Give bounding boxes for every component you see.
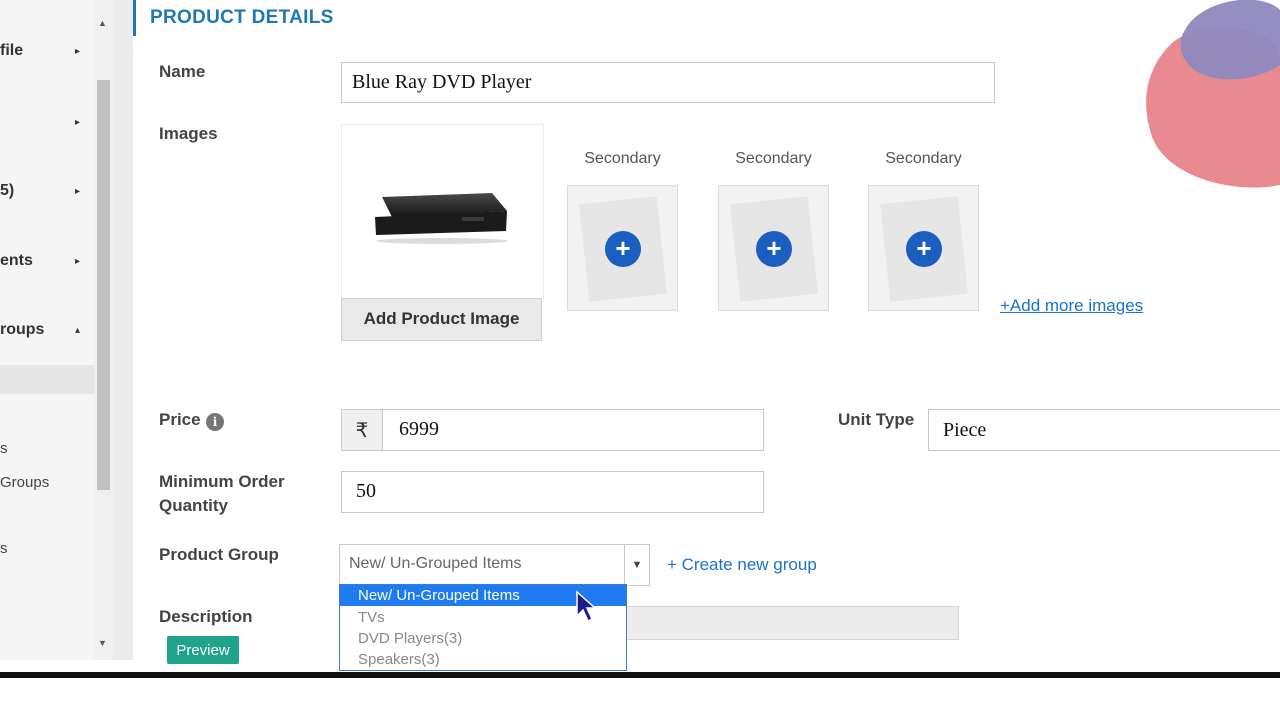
description-input[interactable] — [626, 606, 959, 640]
section-header: PRODUCT DETAILS — [133, 0, 1280, 36]
sidebar-item-label: ents — [0, 252, 33, 269]
sidebar-item-profile[interactable]: file ▸ — [0, 36, 94, 66]
secondary-label: Secondary — [885, 150, 962, 167]
chevron-right-icon: ▸ — [74, 117, 80, 128]
info-icon[interactable]: i — [206, 413, 224, 431]
description-label: Description — [159, 607, 253, 626]
min-order-label: Minimum Order Quantity — [159, 470, 285, 518]
scroll-up-arrow-icon[interactable]: ▲ — [98, 18, 107, 28]
app-window: file ▸ ▸ 5) ▸ ents ▸ roups ▴ s Groups s … — [0, 0, 1280, 672]
dropdown-option[interactable]: Speakers(3) — [340, 649, 626, 670]
sidebar-subitem[interactable]: s — [0, 440, 8, 457]
preview-button[interactable]: Preview — [167, 636, 239, 664]
gutter — [113, 0, 133, 660]
dropdown-option[interactable]: DVD Players(3) — [340, 628, 626, 649]
sidebar-scrollbar[interactable]: ▲ ▼ — [94, 0, 113, 660]
name-input[interactable]: Blue Ray DVD Player — [341, 62, 995, 103]
scroll-thumb[interactable] — [97, 80, 110, 490]
sidebar-item-3[interactable]: 5) ▸ — [0, 176, 94, 206]
mouse-pointer-icon — [576, 590, 597, 623]
sidebar-item-label: roups — [0, 321, 45, 338]
chevron-right-icon: ▸ — [74, 256, 80, 267]
section-title: PRODUCT DETAILS — [150, 7, 334, 28]
sidebar-subitem[interactable]: s — [0, 540, 8, 557]
add-product-image-button[interactable]: Add Product Image — [341, 298, 542, 341]
min-order-label-line2: Quantity — [159, 496, 228, 515]
images-label: Images — [159, 124, 218, 143]
price-label: Price — [159, 410, 201, 429]
chevron-right-icon: ▸ — [74, 46, 80, 57]
dropdown-arrow-icon[interactable]: ▼ — [624, 544, 649, 586]
unit-type-label: Unit Type — [838, 410, 915, 429]
sidebar-subitem-groups[interactable]: Groups — [0, 474, 49, 491]
add-more-images-link[interactable]: +Add more images — [1000, 296, 1143, 316]
secondary-image-slot[interactable]: + — [718, 185, 829, 311]
sidebar-subitem-active[interactable] — [0, 365, 94, 394]
scroll-down-arrow-icon[interactable]: ▼ — [98, 638, 107, 648]
secondary-image-slot[interactable]: + — [868, 185, 979, 311]
sidebar-item-label: 5) — [0, 182, 15, 199]
decorative-blob — [1146, 0, 1280, 188]
selected-value: New/ Un-Grouped Items — [349, 555, 522, 572]
create-new-group-link[interactable]: + Create new group — [667, 555, 817, 575]
sidebar-item-label: file — [0, 42, 24, 59]
sidebar-item-groups[interactable]: roups ▴ — [0, 315, 94, 345]
min-order-input[interactable]: 50 — [341, 471, 764, 513]
price-input[interactable]: 6999 — [382, 409, 764, 451]
plus-icon[interactable]: + — [756, 231, 792, 267]
name-label: Name — [159, 62, 206, 81]
sidebar-item-2[interactable]: ▸ — [0, 107, 94, 137]
chevron-up-icon: ▴ — [74, 325, 80, 336]
sidebar: file ▸ ▸ 5) ▸ ents ▸ roups ▴ s Groups s — [0, 0, 95, 660]
plus-icon[interactable]: + — [605, 231, 641, 267]
secondary-label: Secondary — [735, 150, 812, 167]
secondary-label: Secondary — [584, 150, 661, 167]
min-order-label-line1: Minimum Order — [159, 472, 285, 491]
product-group-label: Product Group — [159, 545, 279, 564]
rupee-icon: ₹ — [341, 409, 383, 451]
product-image — [341, 124, 544, 302]
plus-icon[interactable]: + — [906, 231, 942, 267]
dvd-player-image — [375, 193, 508, 244]
chevron-right-icon: ▸ — [74, 186, 80, 197]
sidebar-item-4[interactable]: ents ▸ — [0, 246, 94, 276]
below-area — [0, 678, 1280, 720]
product-details-panel: PRODUCT DETAILS Name Blue Ray DVD Player… — [133, 0, 1280, 664]
secondary-image-slot[interactable]: + — [567, 185, 678, 311]
unit-type-input[interactable]: Piece — [928, 409, 1280, 451]
product-group-select[interactable]: New/ Un-Grouped Items ▼ — [339, 544, 650, 586]
